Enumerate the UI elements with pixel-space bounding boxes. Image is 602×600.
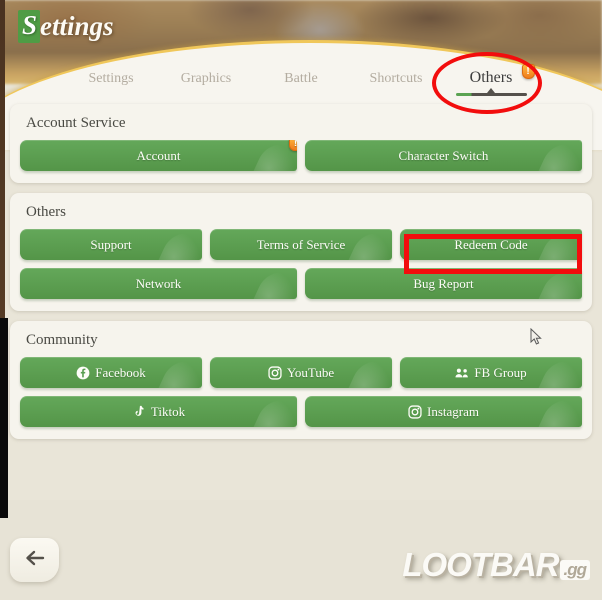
button-label: YouTube [286, 364, 335, 380]
lootbar-watermark: LOOTBAR .gg [402, 546, 590, 584]
tab-active-underline [455, 93, 527, 96]
button-label: FB Group [474, 364, 527, 380]
button-instagram[interactable]: Instagram [305, 396, 582, 427]
button-row: Facebook YouTube FB Group [20, 357, 582, 388]
button-label: Redeem Code [454, 236, 528, 252]
button-label: Facebook [95, 364, 146, 380]
settings-content: Account Service Account ! Character Swit… [10, 104, 592, 449]
button-label: Character Switch [398, 147, 489, 163]
button-label: Support [90, 236, 132, 252]
button-bug-report[interactable]: Bug Report [305, 268, 582, 299]
section-title: Community [26, 332, 98, 348]
button-row: Support Terms of Service Redeem Code [20, 229, 582, 260]
tab-battle[interactable]: Battle [254, 68, 349, 87]
button-label: Instagram [427, 403, 479, 419]
button-row: Network Bug Report [20, 268, 582, 299]
button-network[interactable]: Network [20, 268, 297, 299]
left-black-bar [0, 318, 8, 518]
button-tiktok[interactable]: Tiktok [20, 396, 297, 427]
notification-badge-icon: ! [521, 64, 535, 79]
tab-bar: Settings Graphics Battle Shortcuts Other… [0, 64, 602, 102]
button-support[interactable]: Support [20, 229, 202, 260]
button-youtube[interactable]: YouTube [210, 357, 392, 388]
button-row: Tiktok Instagram [20, 396, 582, 427]
button-label: Bug Report [413, 275, 474, 291]
page-title: S ettings [18, 10, 114, 43]
button-label: Account [136, 147, 181, 163]
facebook-icon [76, 366, 90, 380]
watermark-suffix: .gg [559, 560, 590, 580]
tab-graphics[interactable]: Graphics [159, 68, 254, 87]
tab-label: Shortcuts [369, 71, 423, 86]
tab-label: Battle [284, 71, 318, 86]
tab-others[interactable]: Others ! [444, 64, 539, 96]
tab-label: Graphics [180, 71, 232, 86]
users-group-icon [455, 366, 469, 380]
section-community: Community Facebook YouTube FB Group Tikt… [10, 321, 592, 439]
button-label: Network [135, 275, 182, 291]
button-redeem-code[interactable]: Redeem Code [400, 229, 582, 260]
tab-settings[interactable]: Settings [64, 68, 159, 87]
camera-icon [408, 404, 422, 419]
button-terms-of-service[interactable]: Terms of Service [210, 229, 392, 260]
tiktok-icon [132, 405, 146, 419]
page-title-initial: S [18, 10, 41, 43]
tab-label: Settings [88, 71, 134, 86]
tab-label: Others [469, 69, 513, 86]
section-title: Account Service [26, 115, 126, 131]
mouse-cursor [530, 327, 543, 351]
page-title-text: ettings [40, 11, 114, 41]
back-arrow-icon [23, 548, 47, 573]
button-account[interactable]: Account ! [20, 140, 297, 171]
button-facebook[interactable]: Facebook [20, 357, 202, 388]
watermark-text: LOOTBAR [402, 546, 559, 583]
camera-icon [268, 365, 282, 380]
back-button[interactable] [10, 538, 59, 582]
button-character-switch[interactable]: Character Switch [305, 140, 582, 171]
section-account-service: Account Service Account ! Character Swit… [10, 104, 592, 183]
button-row: Account ! Character Switch [20, 140, 582, 171]
notification-badge-icon: ! [289, 140, 297, 151]
section-others: Others Support Terms of Service Redeem C… [10, 193, 592, 311]
button-fb-group[interactable]: FB Group [400, 357, 582, 388]
button-label: Tiktok [150, 403, 186, 419]
button-label: Terms of Service [256, 236, 346, 252]
section-title: Others [26, 204, 66, 220]
tab-shortcuts[interactable]: Shortcuts [349, 68, 444, 87]
